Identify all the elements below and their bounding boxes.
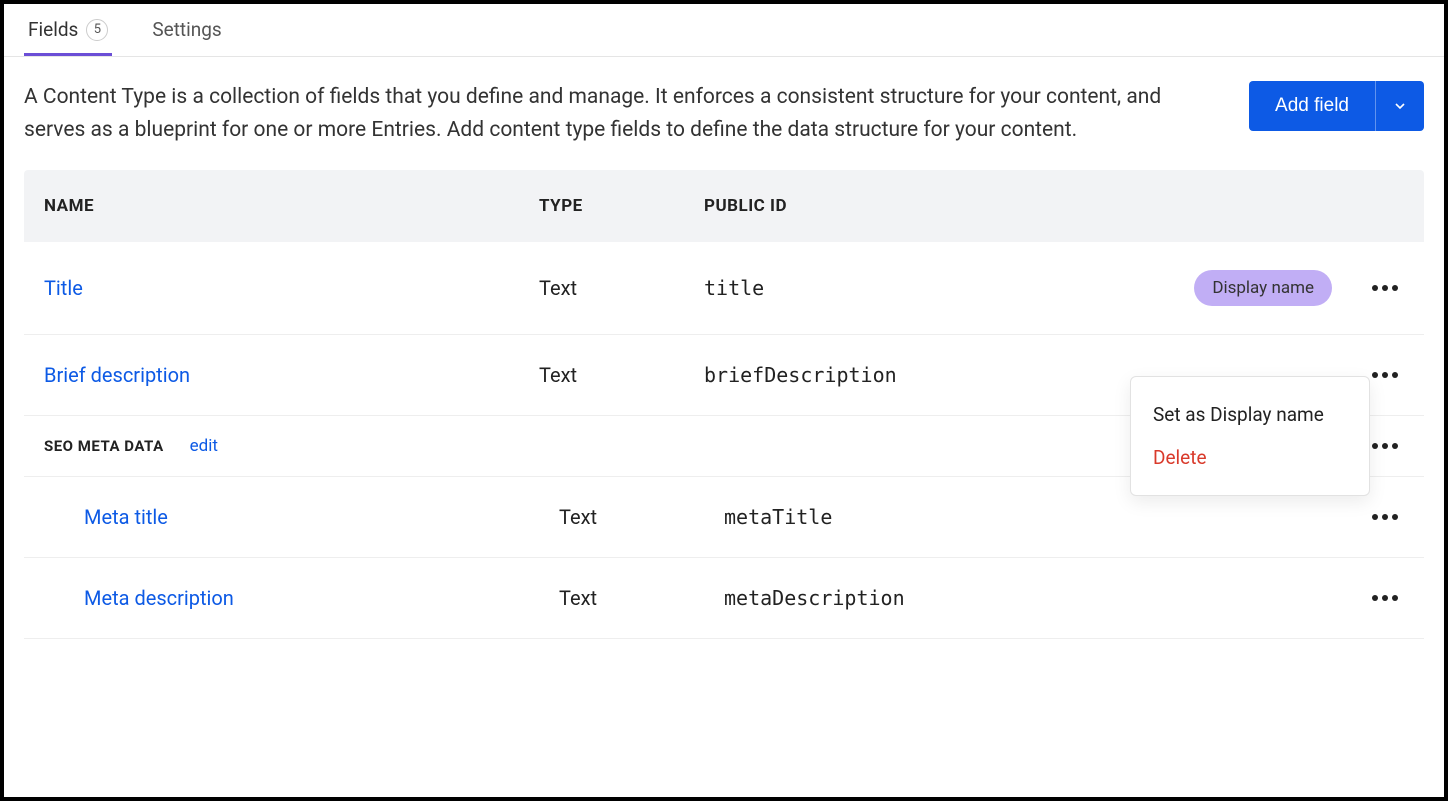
field-name-link[interactable]: Brief description — [44, 363, 539, 387]
dots-icon — [1372, 443, 1378, 449]
dots-icon — [1372, 595, 1378, 601]
column-header-public-id: PUBLIC ID — [704, 196, 1404, 216]
field-public-id: metaTitle — [724, 505, 1164, 529]
menu-delete[interactable]: Delete — [1131, 436, 1369, 479]
row-actions-button[interactable] — [1366, 508, 1404, 526]
dots-icon — [1372, 372, 1378, 378]
field-public-id: metaDescription — [724, 586, 1164, 610]
field-public-id: briefDescription — [704, 363, 1164, 387]
table-row: Meta description Text metaDescription — [24, 558, 1424, 639]
field-type: Text — [539, 276, 704, 300]
group-label: SEO META DATA — [44, 437, 164, 455]
field-name-link[interactable]: Meta description — [64, 586, 559, 610]
field-public-id: title — [704, 276, 1164, 300]
row-actions-button[interactable] — [1366, 589, 1404, 607]
add-field-button[interactable]: Add field — [1249, 81, 1375, 131]
field-type: Text — [539, 363, 704, 387]
field-type: Text — [559, 586, 724, 610]
field-badge-cell: Display name — [1164, 270, 1344, 306]
chevron-down-icon — [1392, 98, 1408, 114]
row-actions-button[interactable] — [1366, 279, 1404, 297]
dots-icon — [1372, 285, 1378, 291]
description-row: A Content Type is a collection of fields… — [4, 57, 1444, 170]
tab-fields-count: 5 — [86, 19, 108, 41]
add-field-dropdown-button[interactable] — [1375, 81, 1424, 131]
row-actions-button[interactable] — [1366, 437, 1404, 455]
display-name-badge: Display name — [1194, 270, 1332, 306]
field-name-link[interactable]: Title — [44, 276, 539, 300]
tabs-bar: Fields 5 Settings — [4, 4, 1444, 57]
column-header-type: TYPE — [539, 196, 704, 216]
row-context-menu: Set as Display name Delete — [1130, 376, 1370, 496]
field-name-link[interactable]: Meta title — [64, 505, 559, 529]
table-header-row: NAME TYPE PUBLIC ID — [24, 170, 1424, 242]
tab-settings-label: Settings — [152, 18, 221, 41]
tab-fields-label: Fields — [28, 18, 78, 41]
group-edit-link[interactable]: edit — [190, 436, 218, 456]
content-type-description: A Content Type is a collection of fields… — [24, 81, 1174, 146]
table-row: Title Text title Display name — [24, 242, 1424, 335]
add-field-button-group: Add field — [1249, 81, 1424, 131]
field-type: Text — [559, 505, 724, 529]
row-actions-button[interactable] — [1366, 366, 1404, 384]
menu-set-display-name[interactable]: Set as Display name — [1131, 393, 1369, 436]
tab-settings[interactable]: Settings — [148, 4, 225, 56]
column-header-name: NAME — [44, 196, 539, 216]
tab-fields[interactable]: Fields 5 — [24, 4, 112, 56]
dots-icon — [1372, 514, 1378, 520]
